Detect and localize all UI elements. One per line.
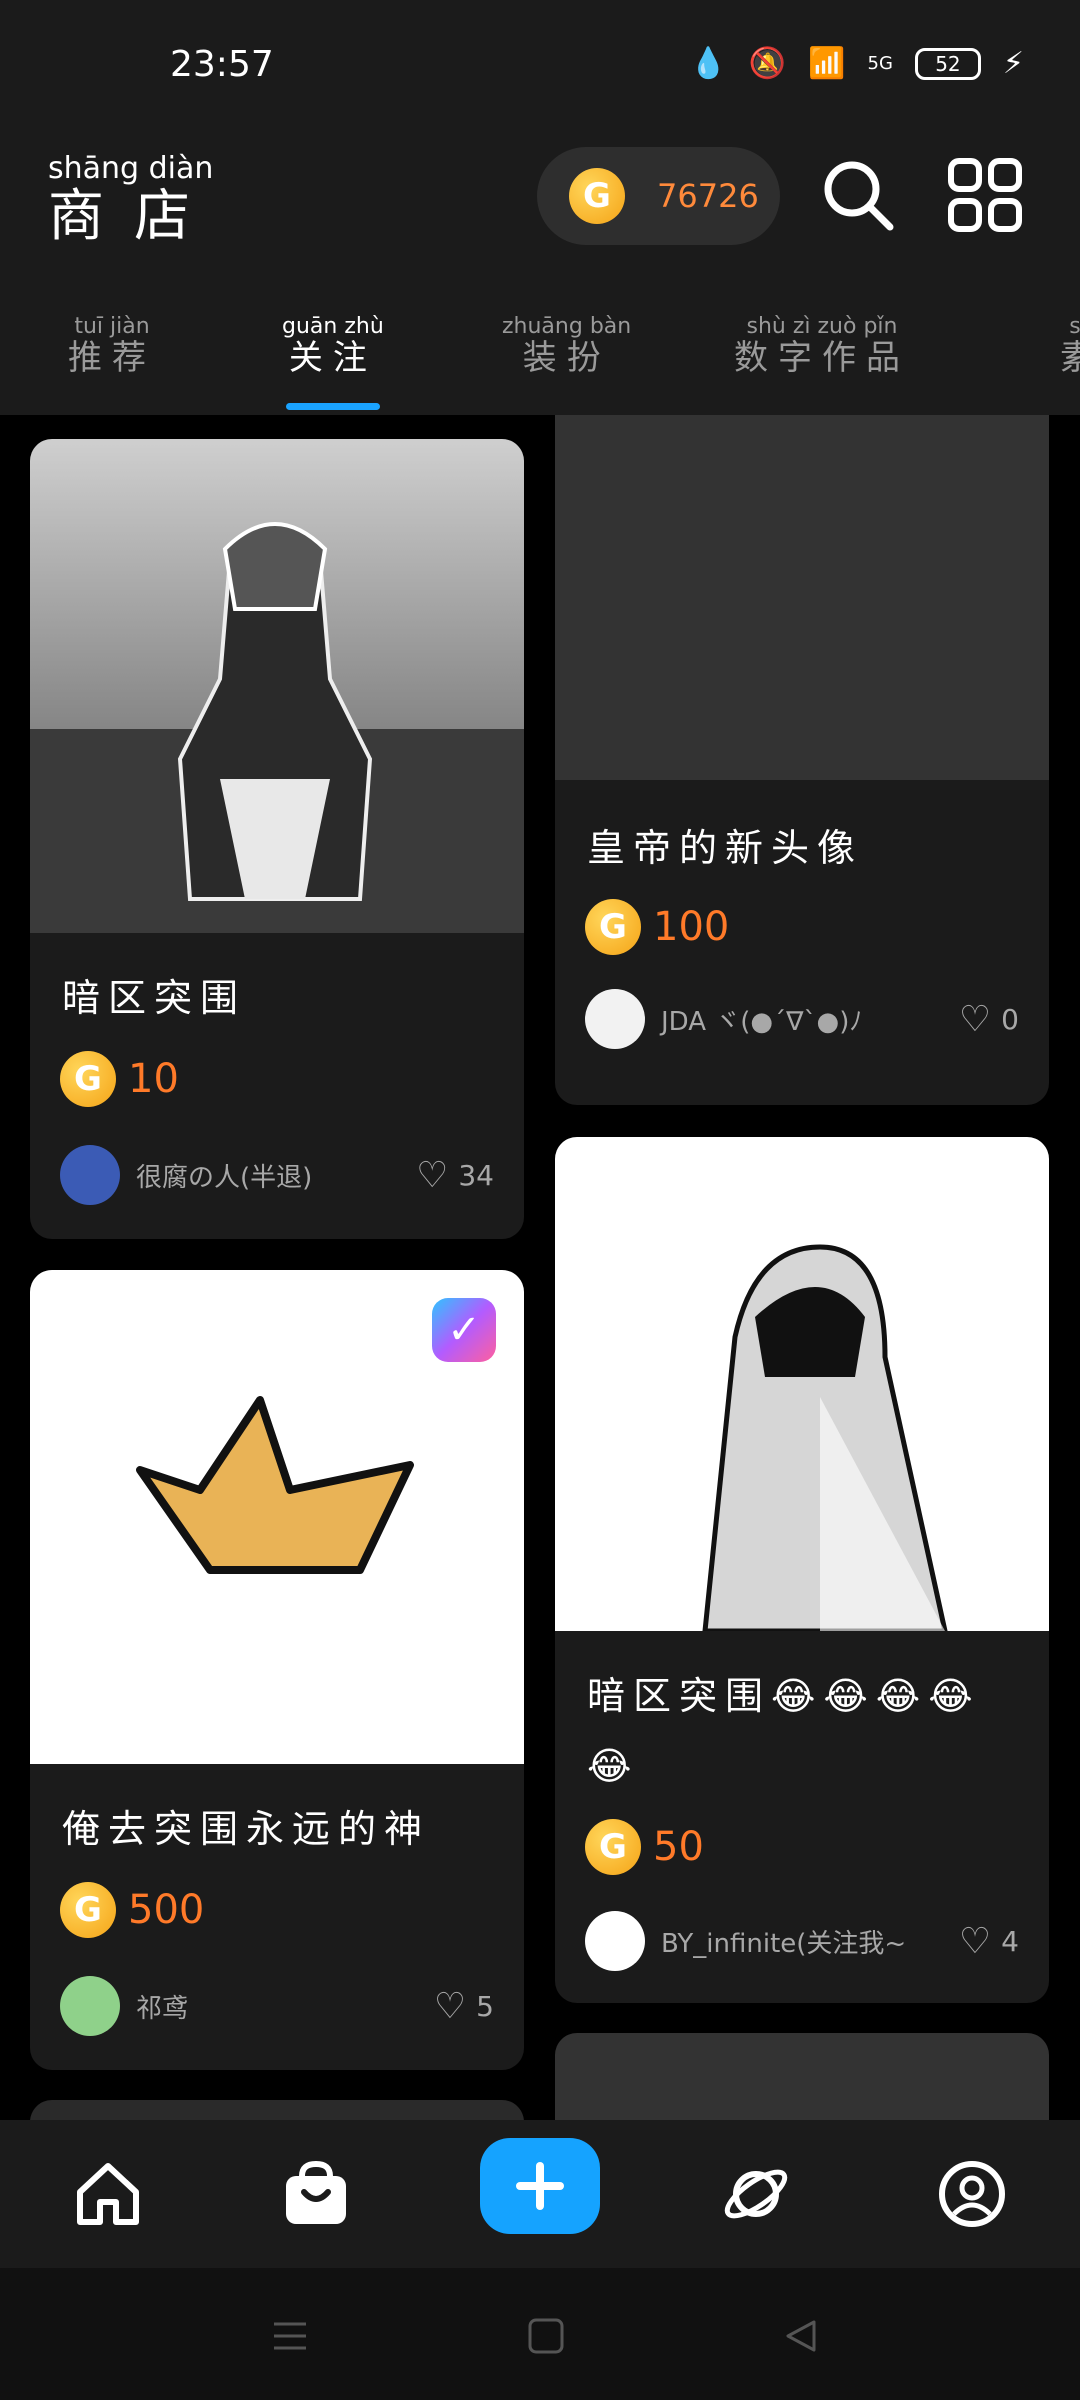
shop-bag-icon[interactable] <box>266 2144 366 2244</box>
product-card[interactable] <box>555 2033 1049 2120</box>
product-price: G 100 <box>585 899 729 955</box>
network-label: 5G <box>867 53 893 74</box>
seller[interactable]: 祁鸢 <box>60 1976 188 2036</box>
tab-following[interactable]: guān zhù 关注 <box>282 315 384 378</box>
coin-balance[interactable]: G 76726 <box>537 147 780 245</box>
system-nav-bar <box>0 2268 1080 2400</box>
product-image: ✓ <box>30 1270 524 1764</box>
product-price: G 50 <box>585 1819 704 1875</box>
home-square-icon[interactable] <box>526 2316 566 2360</box>
plus-icon <box>516 2162 564 2210</box>
header: shāng diàn 商店 G 76726 <box>0 135 1080 285</box>
product-image <box>555 1137 1049 1634</box>
product-title: 俺去突围永远的神 <box>62 1807 431 1851</box>
like-button[interactable]: ♡ 0 <box>959 999 1019 1040</box>
avatar <box>60 1145 120 1205</box>
seller[interactable]: JDA ヾ(●´∇`●)ﾉ <box>585 989 862 1049</box>
seller[interactable]: 很腐の人(半退) <box>60 1145 312 1205</box>
like-button[interactable]: ♡ 5 <box>434 1986 494 2027</box>
product-title: 暗区突围 <box>62 976 247 1020</box>
status-icons: 💧 🔕 📶 5G 52 ⚡ <box>689 46 1024 81</box>
search-icon[interactable] <box>818 155 898 235</box>
avatar <box>585 989 645 1049</box>
clock: 23:57 <box>170 44 274 85</box>
charging-icon: ⚡ <box>1002 46 1024 81</box>
coin-icon: G <box>60 1051 116 1107</box>
product-price: G 10 <box>60 1051 179 1107</box>
product-title: 暗区突围😂😂😂😂😂 <box>587 1674 981 1788</box>
product-card[interactable] <box>30 2100 524 2120</box>
like-button[interactable]: ♡ 4 <box>959 1921 1019 1962</box>
coin-count: 76726 <box>657 177 759 215</box>
product-card[interactable]: 暗区突围😂😂😂😂😂 G 50 BY_infinite(关注我~ ♡ 4 <box>555 1137 1049 2003</box>
heart-icon: ♡ <box>416 1155 449 1196</box>
status-bar: 23:57 💧 🔕 📶 5G 52 ⚡ <box>0 0 1080 135</box>
bottom-nav <box>0 2120 1080 2268</box>
home-icon[interactable] <box>58 2144 158 2244</box>
back-triangle-icon[interactable] <box>780 2316 820 2360</box>
avatar <box>60 1976 120 2036</box>
product-card[interactable]: 皇帝的新头像 G 100 JDA ヾ(●´∇`●)ﾉ ♡ 0 <box>555 415 1049 1105</box>
product-feed[interactable]: 暗区突围 G 10 很腐の人(半退) ♡ 34 皇帝的新头像 G 100 JDA… <box>0 415 1080 2120</box>
heart-icon: ♡ <box>433 1986 467 2027</box>
planet-icon[interactable] <box>706 2144 806 2244</box>
like-button[interactable]: ♡ 34 <box>416 1155 494 1196</box>
tab-digital-works[interactable]: shù zì zuò pǐn 数字作品 <box>734 315 910 378</box>
drop-icon: 💧 <box>689 46 727 81</box>
wifi-icon: 📶 <box>808 46 846 81</box>
seller[interactable]: BY_infinite(关注我~ <box>585 1911 906 1971</box>
product-card[interactable]: ✓ 俺去突围永远的神 G 500 祁鸢 ♡ 5 <box>30 1270 524 2070</box>
grid-menu-icon[interactable] <box>945 155 1025 235</box>
tab-material[interactable]: sù素 <box>1060 315 1080 378</box>
product-image <box>30 439 524 933</box>
profile-icon[interactable] <box>922 2144 1022 2244</box>
page-title: shāng diàn 商店 <box>48 151 220 249</box>
product-title: 皇帝的新头像 <box>587 826 864 870</box>
coin-icon: G <box>569 168 625 224</box>
avatar <box>585 1911 645 1971</box>
coin-icon: G <box>585 899 641 955</box>
battery-icon: 52 <box>914 47 981 80</box>
category-tabs: tuī jiàn 推荐 guān zhù 关注 zhuāng bàn 装扮 shù z… <box>0 285 1080 415</box>
product-card[interactable]: 暗区突围 G 10 很腐の人(半退) ♡ 34 <box>30 439 524 1239</box>
heart-icon: ♡ <box>958 1921 992 1962</box>
product-image <box>555 415 1049 780</box>
heart-icon: ♡ <box>958 999 992 1040</box>
mute-bell-icon: 🔕 <box>748 46 787 81</box>
menu-icon[interactable] <box>270 2316 310 2360</box>
active-tab-indicator <box>286 403 380 410</box>
tab-dressup[interactable]: zhuāng bàn 装扮 <box>502 315 631 378</box>
tab-recommend[interactable]: tuī jiàn 推荐 <box>68 315 156 378</box>
coin-icon: G <box>585 1819 641 1875</box>
verified-badge-icon: ✓ <box>432 1298 496 1362</box>
product-price: G 500 <box>60 1882 204 1938</box>
coin-icon: G <box>60 1882 116 1938</box>
add-button[interactable] <box>480 2138 600 2234</box>
